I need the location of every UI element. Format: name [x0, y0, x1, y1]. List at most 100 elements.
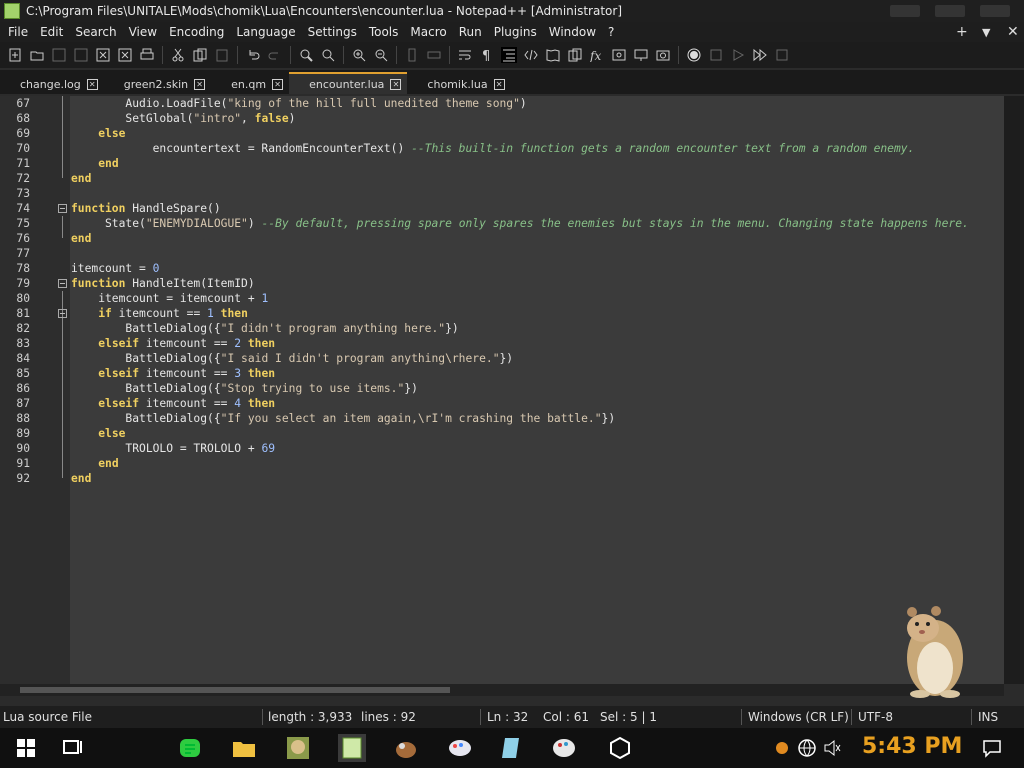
code-line[interactable]: 78 itemcount = 0	[0, 261, 1004, 276]
close-all-icon[interactable]	[117, 47, 133, 63]
macro-run-multiple-icon[interactable]	[752, 47, 768, 63]
fold-toggle-icon[interactable]	[58, 309, 67, 318]
close-tab-icon[interactable]: ✕	[493, 78, 505, 90]
tab-green2-skin[interactable]: green2.skin ✕	[104, 74, 211, 94]
save-all-icon[interactable]	[73, 47, 89, 63]
code-tag-icon[interactable]	[523, 47, 539, 63]
code-line[interactable]: 76 end	[0, 231, 1004, 246]
tab-change-log[interactable]: change.log ✕	[0, 74, 104, 94]
replace-icon[interactable]	[320, 47, 336, 63]
macro-stop-icon[interactable]	[708, 47, 724, 63]
unity-icon[interactable]	[606, 734, 634, 762]
monitoring-icon[interactable]	[633, 47, 649, 63]
new-file-icon[interactable]	[7, 47, 23, 63]
macro-save-icon[interactable]	[774, 47, 790, 63]
taskbar-clock[interactable]: 5:43 PM	[862, 734, 962, 759]
status-encoding[interactable]: UTF-8	[858, 710, 893, 724]
close-tab-icon[interactable]: ✕	[272, 78, 284, 90]
show-all-characters-icon[interactable]: ¶	[479, 47, 495, 63]
word-wrap-icon[interactable]	[457, 47, 473, 63]
paste-icon[interactable]	[214, 47, 230, 63]
close-tab-icon[interactable]: ✕	[86, 78, 98, 90]
menu-language[interactable]: Language	[236, 25, 295, 39]
notepadpp-taskbar-icon[interactable]	[338, 734, 366, 762]
code-line[interactable]: 88 BattleDialog({"If you select an item …	[0, 411, 1004, 426]
tab-encounter-lua[interactable]: encounter.lua ✕	[289, 72, 408, 94]
volume-muted-icon[interactable]	[822, 738, 842, 758]
new-tab-plus-icon[interactable]: +	[956, 22, 968, 42]
tab-list-dropdown-icon[interactable]: ▼	[982, 22, 990, 42]
code-line[interactable]: 75 State("ENEMYDIALOGUE") --By default, …	[0, 216, 1004, 231]
close-file-icon[interactable]	[95, 47, 111, 63]
document-map-icon[interactable]	[545, 47, 561, 63]
sync-horizontal-icon[interactable]	[426, 47, 442, 63]
code-line[interactable]: 70 encountertext = RandomEncounterText()…	[0, 141, 1004, 156]
code-line[interactable]: 68 SetGlobal("intro", false)	[0, 111, 1004, 126]
vertical-scrollbar[interactable]	[1004, 96, 1024, 684]
menu-edit[interactable]: Edit	[40, 25, 63, 39]
menu-plugins[interactable]: Plugins	[494, 25, 537, 39]
save-icon[interactable]	[51, 47, 67, 63]
menu-encoding[interactable]: Encoding	[169, 25, 224, 39]
code-line[interactable]: 91 end	[0, 456, 1004, 471]
menu-run[interactable]: Run	[459, 25, 482, 39]
menu-settings[interactable]: Settings	[308, 25, 357, 39]
game-app-icon[interactable]	[284, 734, 312, 762]
cut-icon[interactable]	[170, 47, 186, 63]
horizontal-scrollbar[interactable]	[0, 684, 1004, 696]
horizontal-scrollbar-thumb[interactable]	[20, 687, 450, 693]
tray-app-icon[interactable]	[774, 740, 790, 756]
windows-start-icon[interactable]	[12, 734, 40, 762]
sync-vertical-icon[interactable]	[404, 47, 420, 63]
code-line[interactable]: 69 else	[0, 126, 1004, 141]
paint-app-icon[interactable]	[446, 734, 474, 762]
close-window-button[interactable]	[980, 5, 1010, 17]
tab-en-qm[interactable]: en.qm ✕	[211, 74, 289, 94]
zoom-out-icon[interactable]	[373, 47, 389, 63]
file-explorer-icon[interactable]	[230, 734, 258, 762]
code-line[interactable]: 79 function HandleItem(ItemID)	[0, 276, 1004, 291]
indent-guide-icon[interactable]	[501, 47, 517, 63]
camera-icon[interactable]	[655, 47, 671, 63]
fold-toggle-icon[interactable]	[58, 279, 67, 288]
menu-help[interactable]: ?	[608, 25, 614, 39]
code-line[interactable]: 92 end	[0, 471, 1004, 486]
task-view-icon[interactable]	[58, 734, 86, 762]
menu-tools[interactable]: Tools	[369, 25, 399, 39]
network-globe-icon[interactable]	[797, 738, 817, 758]
find-icon[interactable]	[298, 47, 314, 63]
minimize-button[interactable]	[890, 5, 920, 17]
maximize-button[interactable]	[935, 5, 965, 17]
code-line[interactable]: 74 function HandleSpare()	[0, 201, 1004, 216]
code-line[interactable]: 89 else	[0, 426, 1004, 441]
notifications-icon[interactable]	[982, 738, 1002, 758]
gimp-icon[interactable]	[392, 734, 420, 762]
code-line[interactable]: 87 elseif itemcount == 4 then	[0, 396, 1004, 411]
fold-toggle-icon[interactable]	[58, 204, 67, 213]
macro-record-icon[interactable]	[686, 47, 702, 63]
menu-view[interactable]: View	[129, 25, 157, 39]
notes-app-icon[interactable]	[498, 734, 526, 762]
close-tab-icon[interactable]: ✕	[390, 78, 402, 90]
menu-file[interactable]: File	[8, 25, 28, 39]
code-editor[interactable]: 67 Audio.LoadFile("king of the hill full…	[0, 96, 1004, 684]
menu-search[interactable]: Search	[75, 25, 116, 39]
code-line[interactable]: 85 elseif itemcount == 3 then	[0, 366, 1004, 381]
code-line[interactable]: 82 BattleDialog({"I didn't program anyth…	[0, 321, 1004, 336]
function-list-icon[interactable]: fx	[589, 47, 605, 63]
tab-chomik-lua[interactable]: chomik.lua ✕	[407, 74, 510, 94]
print-icon[interactable]	[139, 47, 155, 63]
status-line-endings[interactable]: Windows (CR LF)	[748, 710, 849, 724]
palette-app-icon[interactable]	[550, 734, 578, 762]
macro-play-icon[interactable]	[730, 47, 746, 63]
document-list-icon[interactable]	[567, 47, 583, 63]
chat-app-icon[interactable]	[176, 734, 204, 762]
code-line[interactable]: 77	[0, 246, 1004, 261]
notepadpp-app-icon[interactable]	[4, 3, 20, 19]
code-line[interactable]: 81 if itemcount == 1 then	[0, 306, 1004, 321]
zoom-in-icon[interactable]	[351, 47, 367, 63]
code-line[interactable]: 90 TROLOLO = TROLOLO + 69	[0, 441, 1004, 456]
undo-icon[interactable]	[245, 47, 261, 63]
folder-workspace-icon[interactable]	[611, 47, 627, 63]
open-folder-icon[interactable]	[29, 47, 45, 63]
